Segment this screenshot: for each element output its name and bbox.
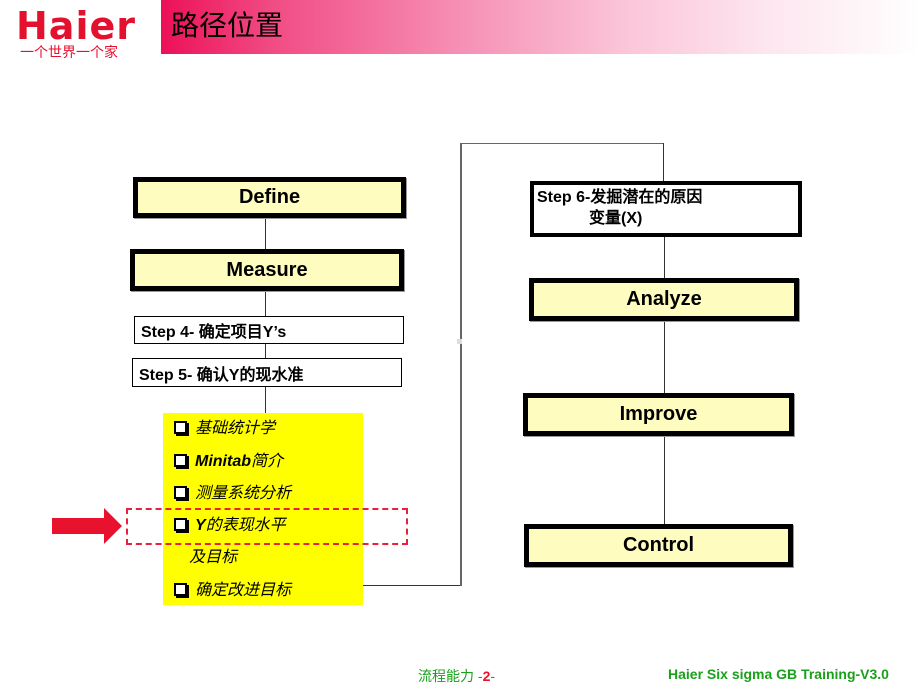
decorative-dot [457, 339, 462, 344]
step-6-line2: 变量(X) [589, 210, 643, 227]
checklist-item: Minitab简介 [174, 452, 283, 472]
checklist-item-label: 确定改进目标 [195, 582, 292, 599]
current-position-highlight [126, 508, 408, 545]
connector-define-measure [265, 216, 266, 250]
checkbox-icon [174, 486, 187, 499]
checklist-item-continuation: 及目标 [189, 548, 237, 568]
phase-control: Control [524, 524, 793, 567]
step-6-line1: Step 6-发掘潜在的原因 [537, 189, 703, 206]
checklist-item-label: 测量系统分析 [195, 485, 292, 502]
step-4: Step 4- 确定项目Y’s [134, 316, 404, 344]
footer-section: 流程能力 -2- [418, 666, 495, 686]
checklist-item-label: 及目标 [189, 549, 238, 566]
checklist-item: 确定改进目标 [174, 581, 291, 601]
title-bar: 路径位置 [161, 0, 920, 54]
checklist-item-label-bold: Minitab [195, 453, 251, 470]
connector-step5-checklist [265, 386, 266, 414]
checklist-item: 测量系统分析 [174, 484, 291, 504]
page-suffix: - [490, 668, 496, 684]
connector-checklist-bottom [363, 585, 461, 586]
footer-course: Haier Six sigma GB Training-V3.0 [668, 666, 889, 682]
connector-step6-analyze [664, 235, 665, 280]
checklist-item-label: 简介 [251, 453, 284, 470]
checkbox-icon [174, 421, 187, 434]
connector-step4-step5 [265, 343, 266, 359]
connector-improve-control [664, 435, 665, 525]
connector-vertical-left [460, 143, 462, 586]
logo-slogan: 一个世界一个家 [20, 44, 118, 60]
phase-define: Define [133, 177, 406, 218]
page-title: 路径位置 [171, 9, 284, 42]
connector-measure-step4 [265, 290, 266, 317]
checklist-item-label: 基础统计学 [195, 420, 276, 437]
logo-wordmark: Haier [16, 4, 136, 48]
phase-measure: Measure [130, 249, 404, 291]
checkbox-icon [174, 454, 187, 467]
footer-section-label: 流程能力 - [418, 668, 483, 684]
connector-top [460, 143, 664, 144]
step-5: Step 5- 确认Y的现水准 [132, 358, 402, 387]
connector-top-step6 [663, 143, 664, 183]
connector-analyze-improve [664, 320, 665, 395]
step-6: Step 6-发掘潜在的原因 变量(X) [530, 181, 802, 237]
arrow-right-icon [52, 508, 122, 544]
checkbox-icon [174, 583, 187, 596]
checklist-item: 基础统计学 [174, 419, 275, 439]
phase-analyze: Analyze [529, 278, 799, 321]
phase-improve: Improve [523, 393, 794, 436]
haier-logo: Haier 一个世界一个家 [10, 4, 160, 60]
